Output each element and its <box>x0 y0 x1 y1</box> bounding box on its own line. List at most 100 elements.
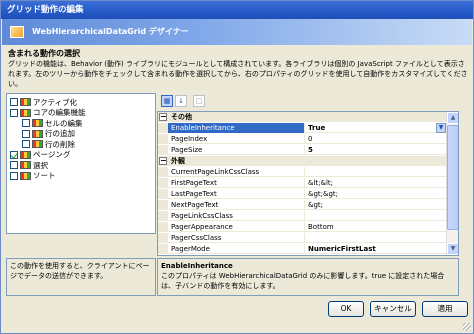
property-value[interactable]: NumericFirstLast <box>306 244 446 254</box>
behavior-node-icon <box>20 108 31 117</box>
dropdown-arrow-icon[interactable]: ▼ <box>436 123 446 133</box>
property-value[interactable]: True <box>306 123 446 133</box>
property-name[interactable]: NextPageText <box>168 200 305 210</box>
property-name[interactable]: LastPageText <box>168 189 305 199</box>
property-value[interactable]: &gt; <box>306 200 446 210</box>
behavior-checkbox[interactable] <box>10 171 18 180</box>
grid-category[interactable]: − その他 <box>158 112 446 122</box>
ok-button[interactable]: OK <box>328 301 364 317</box>
tree-item-label: ソート <box>33 171 56 180</box>
grid-row[interactable]: NextPageText &gt; <box>158 200 446 210</box>
scroll-up-icon[interactable]: ▲ <box>447 112 458 124</box>
grid-row-gutter <box>158 244 168 254</box>
behavior-checkbox[interactable] <box>10 161 18 169</box>
behavior-checkbox[interactable] <box>10 150 18 159</box>
title-bar[interactable]: グリッド動作の編集 <box>1 1 473 19</box>
property-name[interactable]: PageSize <box>168 145 305 155</box>
collapse-icon[interactable]: − <box>159 113 167 121</box>
behavior-checkbox[interactable] <box>22 119 30 127</box>
property-name[interactable]: PreviousPageText <box>168 255 305 256</box>
behavior-node-icon <box>32 129 43 138</box>
designer-logo-icon <box>10 26 24 38</box>
section-title: 含まれる動作の選択 <box>8 49 80 58</box>
property-value[interactable]: &gt;&gt; <box>306 189 446 199</box>
behavior-tree[interactable]: アクティブ化 コアの編集機能 セルの編集 行の追加 行の削除 ページング 選択 ソート <box>6 93 156 234</box>
property-name[interactable]: CurrentPageLinkCssClass <box>168 167 305 177</box>
tree-item[interactable]: 行の削除 <box>22 139 75 149</box>
cancel-button[interactable]: キャンセル <box>370 301 416 317</box>
grid-row-gutter <box>158 233 168 243</box>
property-value[interactable] <box>306 233 446 243</box>
behavior-description: この動作を使用すると、クライアントにページでデータの送信ができます。 <box>6 258 156 296</box>
resize-grip[interactable] <box>463 323 471 331</box>
property-value[interactable]: &lt;&lt; <box>306 178 446 188</box>
property-grid-scrollbar[interactable]: ▲ ▼ <box>446 112 458 255</box>
property-pages-icon[interactable]: □ <box>193 95 205 107</box>
alphabetical-icon[interactable]: ↓ <box>175 95 187 107</box>
grid-row-gutter <box>158 211 168 221</box>
grid-row-gutter <box>158 145 168 155</box>
property-value[interactable] <box>306 167 446 177</box>
property-name[interactable]: PagerMode <box>168 244 305 254</box>
behavior-checkbox[interactable] <box>22 129 30 138</box>
grid-category-label: 外観 <box>168 156 438 166</box>
grid-row-gutter <box>158 178 168 188</box>
grid-row[interactable]: CurrentPageLinkCssClass <box>158 167 446 177</box>
dialog-window: グリッド動作の編集 WebHierarchicalDataGrid デザイナー … <box>0 0 474 334</box>
apply-button[interactable]: 適用 <box>422 301 468 317</box>
property-name[interactable]: FirstPageText <box>168 178 305 188</box>
tree-item-label: コアの編集機能 <box>33 108 86 117</box>
grid-category-label: その他 <box>168 112 438 122</box>
behavior-checkbox[interactable] <box>10 108 18 117</box>
tree-item[interactable]: セルの編集 <box>22 118 83 128</box>
behavior-node-icon <box>20 150 31 159</box>
grid-row[interactable]: EnableInheritance True ▼ <box>158 123 446 133</box>
section-description: グリッドの機能は、Behavior (動作) ライブラリにモジュールとして構成さ… <box>8 60 468 88</box>
tree-item[interactable]: コアの編集機能 <box>10 108 86 118</box>
scroll-down-icon[interactable]: ▼ <box>447 243 458 255</box>
property-value[interactable]: Bottom <box>306 222 446 232</box>
property-name[interactable]: EnableInheritance <box>168 123 305 133</box>
tree-item[interactable]: 行の追加 <box>22 129 75 139</box>
grid-row[interactable]: PreviousPageText <box>158 255 446 256</box>
grid-category[interactable]: − 外観 <box>158 156 446 166</box>
grid-row[interactable]: PageIndex 0 <box>158 134 446 144</box>
collapse-icon[interactable]: − <box>159 157 167 165</box>
property-value[interactable] <box>306 255 446 256</box>
designer-header-text: WebHierarchicalDataGrid デザイナー <box>32 27 189 36</box>
tree-item-label: 行の削除 <box>45 139 75 149</box>
behavior-node-icon <box>20 98 31 106</box>
grid-row-gutter <box>158 189 168 199</box>
designer-header: WebHierarchicalDataGrid デザイナー <box>2 19 472 45</box>
property-help: EnableInheritance このプロパティは WebHierarchic… <box>157 258 459 296</box>
tree-item[interactable]: ソート <box>10 171 56 181</box>
grid-row[interactable]: PagerMode NumericFirstLast <box>158 244 446 254</box>
grid-row[interactable]: PagerAppearance Bottom <box>158 222 446 232</box>
tree-item[interactable]: ページング <box>10 150 70 160</box>
behavior-checkbox[interactable] <box>10 98 18 106</box>
property-value[interactable] <box>306 211 446 221</box>
property-name[interactable]: PageIndex <box>168 134 305 144</box>
property-name[interactable]: PagerAppearance <box>168 222 305 232</box>
tree-item-label: ページング <box>33 150 71 159</box>
grid-row-gutter <box>158 167 168 177</box>
grid-row[interactable]: LastPageText &gt;&gt; <box>158 189 446 199</box>
property-name[interactable]: PagerCssClass <box>168 233 305 243</box>
property-grid[interactable]: ▲ ▼ − その他 EnableInheritance True ▼ PageIndex 0… <box>157 111 459 256</box>
behavior-node-icon <box>20 171 31 180</box>
grid-row[interactable]: PageLinkCssClass <box>158 211 446 221</box>
property-value[interactable]: 0 <box>306 134 446 144</box>
tree-item[interactable]: アクティブ化 <box>10 97 77 107</box>
property-value[interactable]: 5 <box>306 145 446 155</box>
grid-row[interactable]: PageSize 5 <box>158 145 446 155</box>
property-name[interactable]: PageLinkCssClass <box>168 211 305 221</box>
tree-item[interactable]: 選択 <box>10 160 48 170</box>
scroll-thumb[interactable] <box>447 125 458 230</box>
grid-row[interactable]: FirstPageText &lt;&lt; <box>158 178 446 188</box>
tree-item-label: 選択 <box>33 160 48 170</box>
behavior-checkbox[interactable] <box>22 140 30 148</box>
categorized-icon[interactable]: ▦ <box>161 95 173 107</box>
grid-row[interactable]: PagerCssClass <box>158 233 446 243</box>
help-title: EnableInheritance <box>161 262 233 270</box>
grid-row-gutter <box>158 222 168 232</box>
